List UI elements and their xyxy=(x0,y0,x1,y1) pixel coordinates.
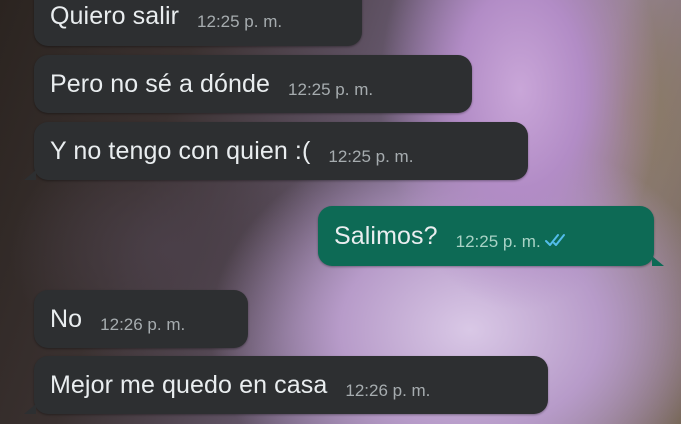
bubble-tail xyxy=(24,404,36,414)
message-incoming[interactable]: Y no tengo con quien :( 12:25 p. m. xyxy=(34,122,528,180)
bubble-tail xyxy=(24,170,36,180)
message-text: Pero no sé a dónde xyxy=(50,69,271,98)
message-time: 12:26 p. m. xyxy=(345,381,431,400)
chat-screen: Quiero salir 12:25 p. m. Pero no sé a dó… xyxy=(0,0,681,424)
message-incoming[interactable]: Quiero salir 12:25 p. m. xyxy=(34,0,362,46)
message-incoming[interactable]: No 12:26 p. m. xyxy=(34,290,248,348)
message-text: Salimos? xyxy=(334,221,438,250)
message-list[interactable]: Quiero salir 12:25 p. m. Pero no sé a dó… xyxy=(0,0,681,424)
message-outgoing[interactable]: Salimos? 12:25 p. m. xyxy=(318,206,654,266)
message-time: 12:25 p. m. xyxy=(328,147,414,166)
message-text: Quiero salir xyxy=(50,1,180,30)
message-time: 12:25 p. m. xyxy=(455,232,541,251)
message-time: 12:25 p. m. xyxy=(288,80,374,99)
message-text: Mejor me quedo en casa xyxy=(50,370,328,399)
message-incoming[interactable]: Mejor me quedo en casa 12:26 p. m. xyxy=(34,356,548,414)
double-check-icon xyxy=(544,233,569,252)
message-text: Y no tengo con quien :( xyxy=(50,136,311,165)
message-text: No xyxy=(50,304,83,333)
message-time: 12:25 p. m. xyxy=(197,12,283,31)
message-time: 12:26 p. m. xyxy=(100,315,186,334)
bubble-tail xyxy=(652,256,664,266)
message-incoming[interactable]: Pero no sé a dónde 12:25 p. m. xyxy=(34,55,472,113)
